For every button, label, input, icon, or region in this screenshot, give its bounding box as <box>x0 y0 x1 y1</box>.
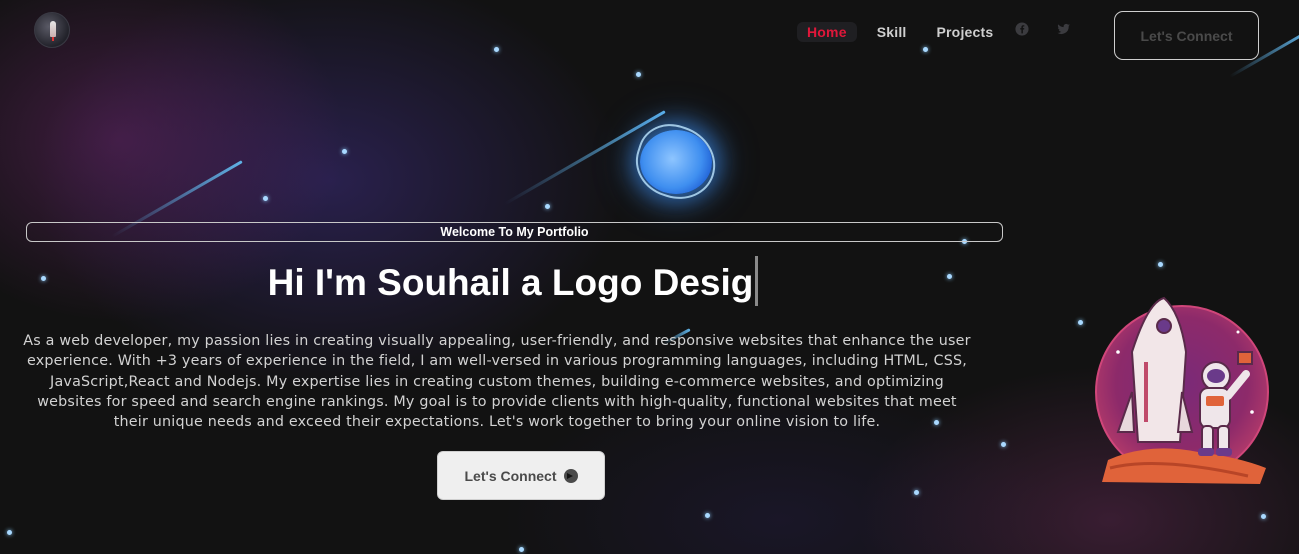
star <box>636 72 641 77</box>
star <box>7 530 12 535</box>
lets-connect-hero-label: Let's Connect <box>464 467 557 484</box>
hero-headline: Hi I'm Souhail a Logo Desig <box>0 256 1026 307</box>
star <box>705 513 710 518</box>
lets-connect-nav-button[interactable]: Let's Connect <box>1114 11 1259 60</box>
nav-link-projects[interactable]: Projects <box>927 22 1004 42</box>
main-nav: Home Skill Projects <box>797 22 1013 42</box>
typing-caret <box>755 256 759 307</box>
site-logo[interactable] <box>34 12 70 48</box>
star <box>1001 442 1006 447</box>
twitter-icon[interactable] <box>1057 21 1073 37</box>
star <box>1261 514 1266 519</box>
headline-text: Hi I'm Souhail a Logo Desig <box>267 262 754 303</box>
star <box>494 47 499 52</box>
star <box>923 47 928 52</box>
astronaut-rocket-illustration <box>1095 296 1269 484</box>
star <box>914 490 919 495</box>
star <box>342 149 347 154</box>
lets-connect-hero-button[interactable]: Let's Connect <box>437 451 605 500</box>
star <box>263 196 268 201</box>
hero-description: As a web developer, my passion lies in c… <box>23 333 971 431</box>
star <box>1158 262 1163 267</box>
facebook-icon[interactable] <box>1015 21 1031 37</box>
star <box>519 547 524 552</box>
nav-link-skill[interactable]: Skill <box>867 22 917 42</box>
star <box>545 204 550 209</box>
nav-link-home[interactable]: Home <box>797 22 857 42</box>
glowing-globe-icon <box>640 130 712 194</box>
arrow-circle-icon <box>563 468 578 483</box>
star <box>1078 320 1083 325</box>
welcome-tagline: Welcome To My Portfolio <box>26 222 1003 242</box>
